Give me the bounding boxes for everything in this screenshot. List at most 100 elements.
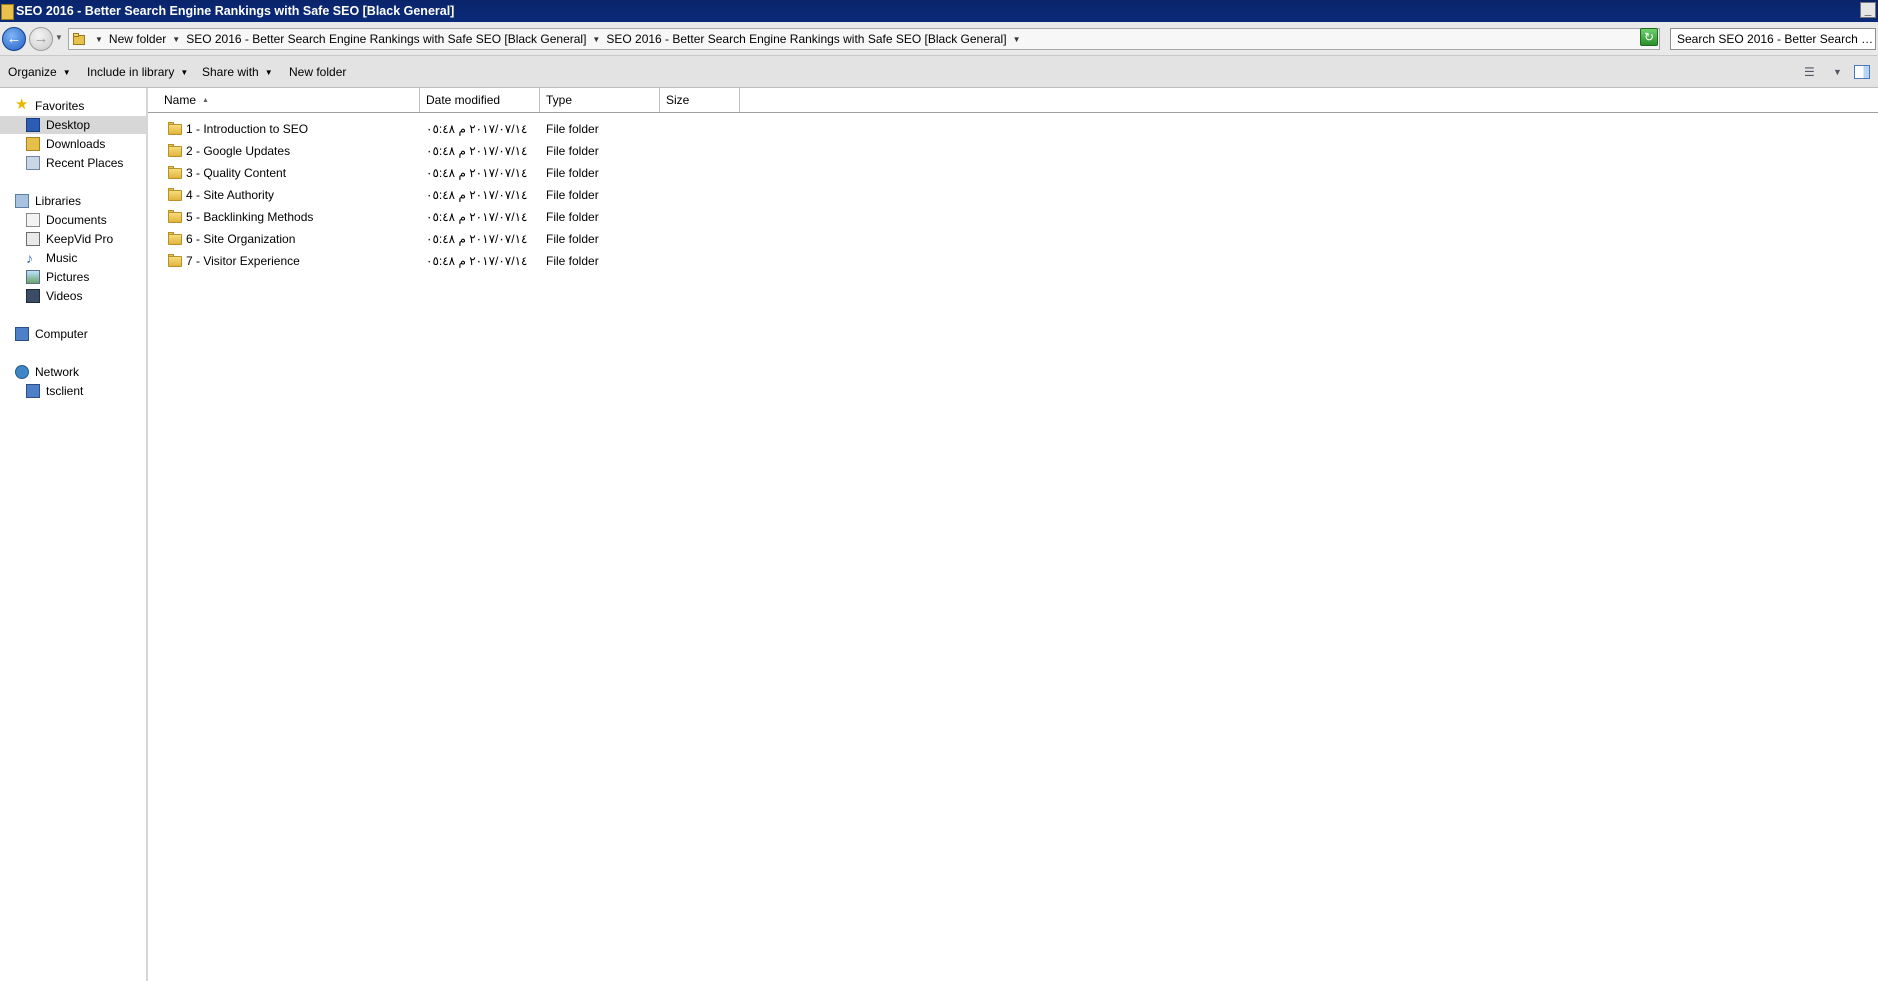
table-row[interactable]: 2 - Google Updates ٢٠١٧/٠٧/١٤ م ٠٥:٤٨ File…	[148, 140, 1878, 162]
organize-button[interactable]: Organize ▼	[8, 56, 71, 88]
breadcrumb-item[interactable]: New folder	[109, 32, 166, 46]
include-in-library-label: Include in library	[87, 65, 175, 79]
view-options-icon[interactable]: ☰	[1804, 65, 1815, 79]
preview-pane-icon[interactable]	[1854, 65, 1870, 79]
sidebar-item-label: Desktop	[46, 118, 91, 132]
folder-icon	[1, 4, 14, 20]
sidebar-item-desktop[interactable]: Desktop	[0, 116, 146, 134]
keepvid-icon	[26, 232, 40, 246]
column-header-size[interactable]: Size	[660, 88, 740, 112]
sidebar-item-pictures[interactable]: Pictures	[26, 268, 144, 286]
folder-icon	[168, 232, 182, 245]
libraries-icon	[15, 194, 29, 208]
breadcrumb-item[interactable]: SEO 2016 - Better Search Engine Rankings…	[186, 32, 586, 46]
breadcrumb-item[interactable]: SEO 2016 - Better Search Engine Rankings…	[606, 32, 1006, 46]
include-in-library-button[interactable]: Include in library ▼	[87, 56, 188, 88]
column-header-date-modified[interactable]: Date modified	[420, 88, 540, 112]
file-date-modified: ٢٠١٧/٠٧/١٤ م ٠٥:٤٨	[426, 144, 528, 158]
sidebar-item-label: Network	[35, 365, 80, 379]
chevron-right-icon[interactable]: ▼	[95, 30, 103, 50]
videos-icon	[26, 289, 40, 303]
sidebar-item-keepvid-pro[interactable]: KeepVid Pro	[26, 230, 144, 248]
chevron-right-icon[interactable]: ▼	[592, 30, 600, 50]
sidebar-item-favorites[interactable]: ★ Favorites	[15, 96, 145, 115]
file-date-modified: ٢٠١٧/٠٧/١٤ م ٠٥:٤٨	[426, 122, 528, 136]
column-headers: Name ▲ Date modified Type Size	[148, 88, 1878, 113]
file-name[interactable]: 1 - Introduction to SEO	[186, 118, 308, 140]
file-name[interactable]: 3 - Quality Content	[186, 162, 286, 184]
folder-icon	[73, 33, 85, 49]
minimize-button[interactable]: _	[1860, 2, 1876, 18]
column-label: Name	[164, 93, 197, 107]
sidebar-item-libraries[interactable]: Libraries	[15, 192, 145, 210]
address-row: ← → ▼ ▼ New folder ▼ SEO 2016 - Better Sear…	[0, 22, 1878, 56]
column-header-type[interactable]: Type	[540, 88, 660, 112]
forward-button[interactable]: →	[29, 27, 53, 51]
share-with-label: Share with	[202, 65, 259, 79]
column-header-name[interactable]: Name ▲	[158, 88, 420, 112]
refresh-button[interactable]: ↻	[1640, 28, 1658, 46]
sidebar-item-recent-places[interactable]: Recent Places	[26, 154, 144, 172]
navigation-pane: ★ Favorites Desktop Downloads Recent Pla…	[0, 88, 148, 981]
chevron-right-icon[interactable]: ▼	[1013, 30, 1021, 50]
computer-icon	[15, 327, 29, 341]
file-name[interactable]: 5 - Backlinking Methods	[186, 206, 313, 228]
chevron-down-icon: ▼	[180, 68, 189, 77]
window-title-bar[interactable]: SEO 2016 - Better Search Engine Rankings…	[0, 0, 1878, 22]
address-bar[interactable]: ▼ New folder ▼ SEO 2016 - Better Search Eng…	[68, 28, 1660, 50]
sidebar-item-tsclient[interactable]: tsclient	[26, 382, 144, 400]
sidebar-item-label: KeepVid Pro	[46, 232, 114, 246]
table-row[interactable]: 6 - Site Organization ٢٠١٧/٠٧/١٤ م ٠٥:٤٨ F…	[148, 228, 1878, 250]
recent-places-icon	[26, 156, 40, 170]
folder-icon	[168, 166, 182, 179]
new-folder-button[interactable]: New folder	[289, 56, 346, 88]
sidebar-item-network[interactable]: Network	[15, 363, 145, 381]
file-name[interactable]: 2 - Google Updates	[186, 140, 290, 162]
window-title: SEO 2016 - Better Search Engine Rankings…	[16, 4, 455, 18]
arrow-right-icon: →	[33, 30, 49, 47]
refresh-icon: ↻	[1643, 30, 1655, 44]
file-type: File folder	[546, 144, 599, 158]
file-name[interactable]: 7 - Visitor Experience	[186, 250, 300, 272]
folder-icon	[168, 210, 182, 223]
file-name[interactable]: 4 - Site Authority	[186, 184, 274, 206]
file-type: File folder	[546, 166, 599, 180]
chevron-right-icon[interactable]: ▼	[172, 30, 180, 50]
sidebar-item-label: Pictures	[46, 270, 90, 284]
table-row[interactable]: 5 - Backlinking Methods ٢٠١٧/٠٧/١٤ م ٠٥:٤…	[148, 206, 1878, 228]
sidebar-item-label: Documents	[46, 213, 107, 227]
organize-label: Organize	[8, 65, 57, 79]
recent-pages-dropdown[interactable]: ▼	[55, 33, 63, 42]
table-row[interactable]: 1 - Introduction to SEO ٢٠١٧/٠٧/١٤ م ٠٥:٤…	[148, 118, 1878, 140]
sidebar-item-label: Downloads	[46, 137, 106, 151]
table-row[interactable]: 4 - Site Authority ٢٠١٧/٠٧/١٤ م ٠٥:٤٨ File…	[148, 184, 1878, 206]
file-type: File folder	[546, 188, 599, 202]
sidebar-item-downloads[interactable]: Downloads	[26, 135, 144, 153]
arrow-left-icon: ←	[6, 30, 22, 47]
sidebar-item-documents[interactable]: Documents	[26, 211, 144, 229]
sidebar-item-label: Computer	[35, 327, 88, 341]
file-name[interactable]: 6 - Site Organization	[186, 228, 295, 250]
sidebar-item-label: Music	[46, 251, 78, 265]
sidebar-item-videos[interactable]: Videos	[26, 287, 144, 305]
folder-icon	[168, 188, 182, 201]
view-dropdown[interactable]: ▼	[1833, 67, 1842, 77]
sidebar-item-label: Videos	[46, 289, 83, 303]
table-row[interactable]: 7 - Visitor Experience ٢٠١٧/٠٧/١٤ م ٠٥:٤٨…	[148, 250, 1878, 272]
downloads-folder-icon	[26, 137, 40, 151]
file-type: File folder	[546, 210, 599, 224]
back-button[interactable]: ←	[2, 27, 26, 51]
search-input[interactable]: Search SEO 2016 - Better Search Engine R…	[1670, 28, 1876, 50]
folder-icon	[168, 144, 182, 157]
folder-icon	[168, 122, 182, 135]
file-date-modified: ٢٠١٧/٠٧/١٤ م ٠٥:٤٨	[426, 232, 528, 246]
sidebar-item-label: Libraries	[35, 194, 82, 208]
table-row[interactable]: 3 - Quality Content ٢٠١٧/٠٧/١٤ م ٠٥:٤٨ Fil…	[148, 162, 1878, 184]
sidebar-item-computer[interactable]: Computer	[15, 325, 145, 343]
file-type: File folder	[546, 232, 599, 246]
file-list: Name ▲ Date modified Type Size 1 - Introd…	[148, 88, 1878, 981]
sidebar-item-music[interactable]: ♪ Music	[26, 249, 144, 267]
sidebar-item-label: tsclient	[46, 384, 84, 398]
share-with-button[interactable]: Share with ▼	[202, 56, 273, 88]
sidebar-item-label: Favorites	[35, 99, 85, 113]
